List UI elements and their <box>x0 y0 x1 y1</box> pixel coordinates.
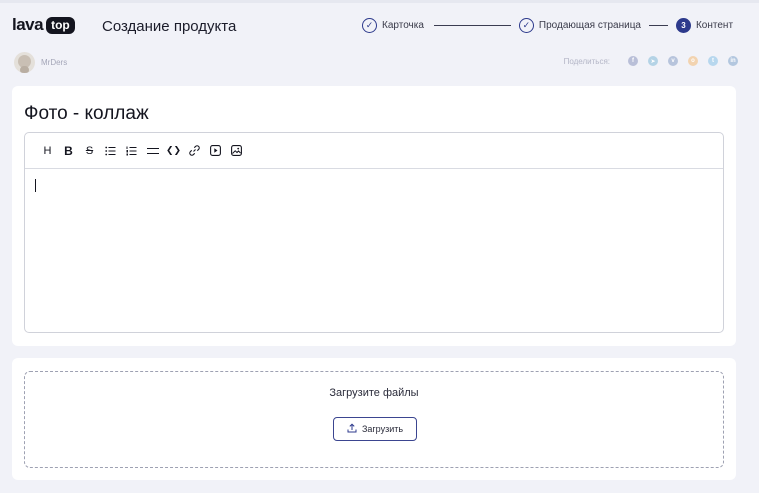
upload-button[interactable]: Загрузить <box>333 417 417 441</box>
telegram-icon[interactable]: ➤ <box>648 56 658 66</box>
bold-icon[interactable]: B <box>58 141 79 161</box>
logo-lava-text: lava <box>12 15 44 34</box>
step-connector <box>648 25 668 26</box>
logo-top-badge: top <box>46 16 75 34</box>
upload-icon <box>347 422 357 436</box>
step-content[interactable]: 3 Контент <box>675 18 734 33</box>
file-dropzone[interactable]: Загрузите файлы Загрузить <box>24 371 724 468</box>
share-label: Поделиться: <box>563 56 610 66</box>
heading-icon[interactable]: H <box>37 141 58 161</box>
link-icon[interactable] <box>184 141 205 161</box>
upload-button-label: Загрузить <box>361 424 404 434</box>
editor-content-area[interactable] <box>25 169 723 332</box>
vk-icon[interactable]: v <box>668 56 678 66</box>
editor-toolbar: H B S ❮❯ <box>25 133 723 169</box>
share-bar: Поделиться: f ➤ v o t in <box>564 56 738 66</box>
step-number-badge: 3 <box>675 18 691 33</box>
author-info[interactable]: MrDers <box>14 52 67 73</box>
odnoklassniki-icon[interactable]: o <box>688 56 698 66</box>
progress-steps: ✓ Карточка ✓ Продающая страница 3 Контен… <box>362 18 733 33</box>
check-circle-icon: ✓ <box>518 18 534 33</box>
code-icon[interactable]: ❮❯ <box>163 141 184 161</box>
horizontal-rule-icon[interactable] <box>142 141 163 161</box>
bullet-list-icon[interactable] <box>100 141 121 161</box>
step-label: Карточка <box>382 20 424 31</box>
check-circle-icon: ✓ <box>362 18 377 33</box>
video-icon[interactable] <box>205 141 226 161</box>
avatar <box>14 52 35 73</box>
page-title: Создание продукта <box>102 18 237 35</box>
rich-text-editor[interactable]: H B S ❮❯ <box>24 132 724 333</box>
facebook-icon[interactable]: f <box>628 56 638 66</box>
header: lava top Создание продукта ✓ Карточка ✓ … <box>0 3 759 47</box>
image-icon[interactable] <box>226 141 247 161</box>
dropzone-title: Загрузите файлы <box>329 387 419 399</box>
section-title: Фото - коллаж <box>24 103 149 124</box>
lava-top-logo[interactable]: lava top <box>12 15 75 35</box>
strikethrough-icon[interactable]: S <box>79 141 100 161</box>
upload-card: Загрузите файлы Загрузить <box>12 358 736 480</box>
ordered-list-icon[interactable] <box>121 141 142 161</box>
text-caret <box>35 179 36 192</box>
step-card[interactable]: ✓ Карточка <box>362 18 424 33</box>
step-sales-page[interactable]: ✓ Продающая страница <box>518 18 641 33</box>
twitter-icon[interactable]: t <box>708 56 718 66</box>
editor-card: Фото - коллаж H B S ❮❯ <box>12 86 736 346</box>
step-label: Продающая страница <box>538 20 641 31</box>
step-label: Контент <box>695 20 734 31</box>
author-name: MrDers <box>41 58 68 67</box>
step-connector <box>433 25 511 26</box>
linkedin-icon[interactable]: in <box>728 56 738 66</box>
